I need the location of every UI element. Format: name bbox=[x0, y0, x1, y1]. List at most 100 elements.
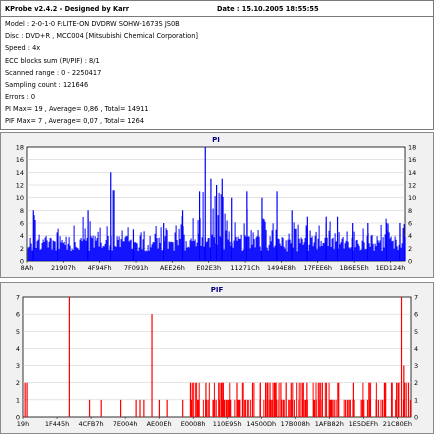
pi-bar bbox=[358, 245, 360, 261]
pi-bar bbox=[329, 221, 331, 261]
pi-bar bbox=[247, 236, 249, 261]
pi-bar bbox=[341, 238, 343, 261]
pi-bar bbox=[365, 249, 367, 261]
pi-bar bbox=[259, 246, 261, 261]
pi-bar bbox=[93, 247, 95, 261]
pif-bar bbox=[278, 382, 280, 417]
pi-bar bbox=[273, 247, 275, 261]
pi-bar bbox=[264, 221, 266, 261]
pi-bar bbox=[84, 228, 86, 261]
pi-bar bbox=[304, 238, 306, 261]
pif-ytick-right: 2 bbox=[414, 379, 418, 387]
pi-peak-bar bbox=[291, 210, 293, 261]
pi-bar bbox=[92, 235, 94, 261]
pi-bar bbox=[233, 240, 235, 261]
pi-bar bbox=[403, 224, 405, 261]
pi-bar bbox=[359, 250, 361, 261]
pi-bar bbox=[174, 232, 176, 261]
pi-bar bbox=[362, 228, 364, 261]
pif-bar bbox=[306, 382, 308, 417]
pi-peak-bar bbox=[87, 210, 89, 261]
pif-bar bbox=[288, 399, 290, 417]
pi-bar bbox=[129, 240, 131, 261]
pif-bar bbox=[236, 382, 238, 417]
pi-bar bbox=[249, 248, 251, 261]
pi-bar bbox=[356, 239, 358, 261]
pi-bar bbox=[120, 239, 122, 261]
pi-bar bbox=[111, 250, 113, 261]
pi-bar bbox=[258, 236, 260, 261]
pif-bar bbox=[285, 382, 287, 417]
pi-bar bbox=[270, 241, 272, 261]
pi-bar bbox=[379, 240, 381, 261]
pi-bar bbox=[196, 242, 198, 261]
pi-ytick-left: 18 bbox=[16, 144, 24, 152]
pi-bar bbox=[150, 247, 152, 261]
pi-xtick-label: 1494E8h bbox=[267, 264, 296, 272]
pi-bar bbox=[253, 239, 255, 261]
pi-bar bbox=[178, 228, 180, 261]
pi-bar bbox=[330, 246, 332, 261]
pi-peak-bar bbox=[325, 216, 327, 261]
pif-bar bbox=[318, 399, 320, 417]
pi-bar bbox=[74, 242, 76, 261]
pi-ytick-right: 0 bbox=[408, 258, 412, 266]
pi-peak-bar bbox=[386, 223, 388, 261]
pi-bar bbox=[322, 242, 324, 261]
pif-bar bbox=[329, 399, 331, 417]
pi-bar bbox=[39, 249, 41, 261]
pif-bar bbox=[120, 399, 122, 417]
pi-bar bbox=[47, 247, 49, 261]
pi-bar bbox=[226, 220, 228, 261]
pif-bar bbox=[222, 399, 224, 417]
pi-bar bbox=[179, 238, 181, 261]
pif-bar bbox=[378, 399, 380, 417]
pi-bar bbox=[77, 248, 79, 261]
pi-bar bbox=[324, 237, 326, 261]
pi-bar bbox=[349, 248, 351, 261]
pi-bar bbox=[370, 235, 372, 261]
pif-bar bbox=[349, 399, 351, 417]
pif-bar bbox=[220, 382, 223, 417]
pif-xtick-label: 21C80Eh bbox=[383, 420, 412, 428]
pif-xtick-label: 110E95h bbox=[213, 420, 242, 428]
pi-bar bbox=[377, 240, 379, 261]
pif-bar bbox=[348, 399, 350, 417]
pi-bar bbox=[392, 240, 394, 261]
pi-bar bbox=[345, 240, 347, 261]
pi-bar bbox=[256, 236, 258, 261]
pi-peak-bar bbox=[221, 178, 223, 261]
pi-peak-bar bbox=[336, 216, 339, 261]
pif-ytick-right: 7 bbox=[414, 294, 418, 302]
pi-peak-bar bbox=[110, 172, 112, 261]
pi-bar bbox=[116, 236, 118, 261]
pi-bar bbox=[302, 244, 304, 261]
pi-bar bbox=[124, 237, 126, 261]
pi-bar bbox=[123, 241, 125, 261]
pi-bar bbox=[70, 251, 72, 261]
pi-bar bbox=[42, 239, 44, 261]
pi-bar bbox=[62, 243, 64, 261]
pi-bar bbox=[268, 244, 270, 261]
pi-bar bbox=[141, 249, 143, 261]
pi-bar bbox=[286, 251, 288, 261]
pi-bar bbox=[211, 234, 213, 261]
pi-bar bbox=[240, 234, 242, 261]
pi-bar bbox=[364, 249, 366, 261]
pi-bar bbox=[44, 237, 46, 261]
pi-peak-bar bbox=[261, 197, 263, 261]
pi-ytick-left: 4 bbox=[20, 232, 24, 240]
pi-bar bbox=[285, 240, 287, 261]
pi-bar bbox=[396, 246, 398, 261]
pi-bar bbox=[101, 247, 103, 261]
pi-bar bbox=[333, 249, 335, 261]
pi-bar bbox=[171, 241, 173, 261]
pi-bar bbox=[238, 238, 240, 261]
pi-peak-bar bbox=[231, 197, 233, 261]
pi-bar bbox=[69, 245, 71, 261]
pi-bar bbox=[27, 247, 29, 261]
pif-bar bbox=[196, 382, 198, 417]
pi-bar bbox=[309, 230, 311, 261]
pi-bar bbox=[289, 239, 291, 261]
pif-bar bbox=[143, 399, 145, 417]
